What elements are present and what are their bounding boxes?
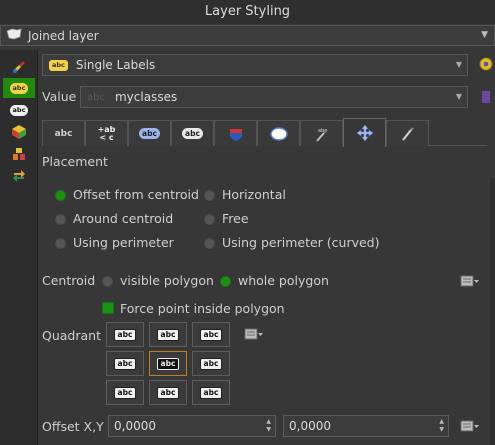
quadrant-tag: abc xyxy=(199,328,223,341)
placement-icon xyxy=(356,124,373,142)
masks-icon[interactable]: abc xyxy=(3,100,35,120)
data-defined-override-icon[interactable] xyxy=(458,271,482,291)
centroid-label: Centroid xyxy=(42,273,96,288)
placement-heading: Placement xyxy=(42,154,108,169)
quadrant-tag: abc xyxy=(199,386,223,399)
quadrant-tag: abc xyxy=(113,328,137,341)
tab-background[interactable]: abc xyxy=(171,120,214,146)
quadrant-tag: abc xyxy=(156,386,180,399)
radio-free[interactable] xyxy=(204,214,215,225)
chevron-down-icon: ▼ xyxy=(455,92,462,101)
quadrant-tag: abc xyxy=(156,328,180,341)
quadrant-above-left[interactable]: abc xyxy=(106,322,144,347)
offset-y-input[interactable]: 0,0000 ▲ ▼ xyxy=(283,415,449,437)
radio-horizontal[interactable] xyxy=(204,190,215,201)
tab-callout[interactable] xyxy=(257,120,300,146)
option-offset-from-centroid-label: Offset from centroid xyxy=(73,187,199,202)
single-labels-icon: abc xyxy=(49,59,68,71)
symbology-brush-icon[interactable] xyxy=(3,57,35,77)
radio-whole-polygon[interactable] xyxy=(220,276,231,287)
value-field-select[interactable]: abc myclasses ▼ xyxy=(80,86,468,108)
offset-y-value: 0,0000 xyxy=(289,419,331,433)
window-title: Layer Styling xyxy=(0,0,495,24)
value-field-value: myclasses xyxy=(114,90,178,104)
tab-formatting[interactable]: +ab < c xyxy=(85,120,128,146)
offset-x-value: 0,0000 xyxy=(114,419,156,433)
buffer-icon: abc xyxy=(139,128,160,139)
history-icon[interactable] xyxy=(3,166,35,186)
spin-arrows-icon[interactable]: ▲ ▼ xyxy=(266,418,271,434)
radio-visible-polygon[interactable] xyxy=(102,276,113,287)
radio-using-perimeter-curved[interactable] xyxy=(204,238,215,249)
quadrant-tag: abc xyxy=(113,386,137,399)
background-icon: abc xyxy=(182,128,203,139)
value-label: Value xyxy=(42,89,77,104)
option-around-centroid-label: Around centroid xyxy=(73,211,174,226)
labels-icon[interactable]: abc xyxy=(3,78,35,98)
quadrant-above-right[interactable]: abc xyxy=(192,322,230,347)
radio-around-centroid[interactable] xyxy=(55,214,66,225)
diagrams-icon[interactable] xyxy=(3,144,35,164)
whole-polygon-label: whole polygon xyxy=(238,273,329,288)
field-type-icon: abc xyxy=(87,91,105,103)
tab-text[interactable]: abc xyxy=(42,120,85,146)
layer-select[interactable]: Joined layer ▼ xyxy=(0,25,495,46)
quadrant-tag: abc xyxy=(156,357,180,370)
label-mode-value: Single Labels xyxy=(75,58,156,72)
quadrant-right[interactable]: abc xyxy=(192,351,230,376)
quadrant-center[interactable]: abc xyxy=(149,351,187,376)
force-inside-label: Force point inside polygon xyxy=(120,301,285,316)
offset-x-input[interactable]: 0,0000 ▲ ▼ xyxy=(108,415,276,437)
quadrant-below[interactable]: abc xyxy=(149,380,187,405)
data-defined-override-icon[interactable] xyxy=(458,416,482,436)
chevron-down-icon: ▼ xyxy=(455,60,462,69)
spin-arrows-icon[interactable]: ▲ ▼ xyxy=(439,418,444,434)
gear-icon[interactable] xyxy=(474,54,495,74)
quadrant-label: Quadrant xyxy=(42,328,101,343)
tab-buffer[interactable]: abc xyxy=(128,120,171,146)
label-mode-select[interactable]: abc Single Labels ▼ xyxy=(42,54,468,76)
option-horizontal-label: Horizontal xyxy=(222,187,286,202)
label-settings-tabs: abc +ab < c abc abc abc xyxy=(42,118,487,147)
quadrant-below-left[interactable]: abc xyxy=(106,380,144,405)
radio-offset-from-centroid[interactable] xyxy=(55,190,66,201)
tab-rendering-pen[interactable] xyxy=(386,120,429,146)
formatting-icon: +ab < c xyxy=(97,124,116,142)
tab-rendering[interactable]: abc xyxy=(300,120,343,146)
vertical-scrollbar[interactable] xyxy=(490,178,495,445)
style-mode-strip: abc abc xyxy=(0,50,38,445)
force-inside-checkbox[interactable] xyxy=(102,302,114,314)
chevron-down-icon: ▼ xyxy=(481,30,488,40)
option-free-label: Free xyxy=(222,211,249,226)
data-defined-override-icon[interactable] xyxy=(242,324,266,344)
quadrant-above[interactable]: abc xyxy=(149,322,187,347)
3d-view-icon[interactable] xyxy=(3,122,35,142)
shadow-icon xyxy=(229,128,242,141)
layer-select-value: Joined layer xyxy=(28,28,99,43)
visible-polygon-label: visible polygon xyxy=(120,273,214,288)
option-using-perimeter-curved-label: Using perimeter (curved) xyxy=(222,235,380,250)
rendering-pen-icon xyxy=(401,126,414,141)
tab-placement[interactable] xyxy=(343,118,386,147)
callout-icon xyxy=(269,126,288,141)
rendering-icon: abc xyxy=(315,128,328,142)
offset-label: Offset X,Y xyxy=(42,419,104,434)
quadrant-left[interactable]: abc xyxy=(106,351,144,376)
option-using-perimeter-label: Using perimeter xyxy=(73,235,174,250)
expression-icon[interactable] xyxy=(474,87,495,107)
polygon-layer-icon xyxy=(6,28,22,43)
radio-using-perimeter[interactable] xyxy=(55,238,66,249)
text-icon: abc xyxy=(54,128,73,139)
quadrant-tag: abc xyxy=(199,357,223,370)
quadrant-below-right[interactable]: abc xyxy=(192,380,230,405)
quadrant-tag: abc xyxy=(113,357,137,370)
tab-shadow[interactable] xyxy=(214,120,257,146)
